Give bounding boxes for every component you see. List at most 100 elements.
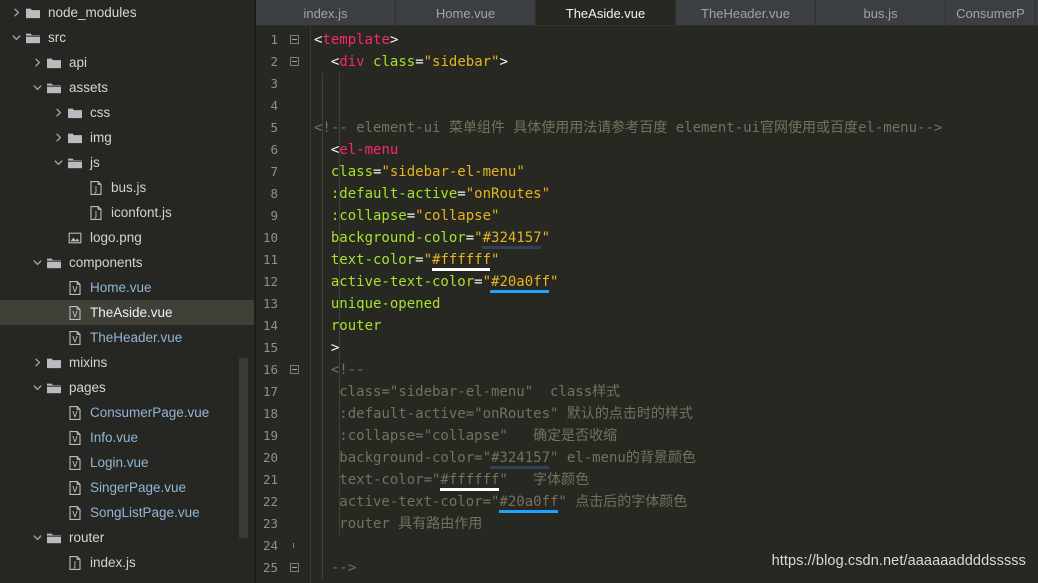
code-line[interactable]: --> bbox=[314, 557, 356, 579]
code-line[interactable]: class="sidebar-el-menu" class样式 bbox=[314, 381, 620, 403]
chevron-down-icon[interactable] bbox=[31, 81, 44, 94]
code-token-cmt: :default-active="onRoutes" 默认的点击时的样式 bbox=[314, 406, 693, 422]
tree-item-pages[interactable]: pages bbox=[0, 375, 256, 400]
tree-item-src[interactable]: src bbox=[0, 25, 256, 50]
chevron-right-icon[interactable] bbox=[31, 356, 44, 369]
chevron-down-icon[interactable] bbox=[31, 531, 44, 544]
code-token-attr: unique-opened bbox=[330, 296, 441, 312]
tree-item-songlistpage-vue[interactable]: V SongListPage.vue bbox=[0, 500, 256, 525]
fold-toggle-icon[interactable] bbox=[290, 35, 299, 44]
line-number-gutter[interactable]: 1 2 3 4 5 6 7 8 9 10 11 12 13 14 15 16 17 18 19 20 21 22 23 24 2… bbox=[256, 26, 310, 583]
fold-toggle-icon[interactable] bbox=[290, 57, 299, 66]
line-number: 2 bbox=[270, 54, 278, 69]
folder-open-icon bbox=[46, 380, 62, 396]
ide-window: node_modules src api assets css img js Jbus.js J… bbox=[0, 0, 1038, 583]
code-line[interactable]: :collapse="collapse" 确定是否收缩 bbox=[314, 425, 617, 447]
line-number: 10 bbox=[262, 230, 278, 245]
code-token-attr: active-text-color bbox=[330, 274, 475, 290]
vue-file-icon: V bbox=[67, 430, 83, 446]
chevron-right-icon[interactable] bbox=[31, 56, 44, 69]
tree-item-css[interactable]: css bbox=[0, 100, 256, 125]
code-line[interactable]: unique-opened bbox=[314, 293, 441, 315]
sidebar-scrollbar-track[interactable] bbox=[239, 0, 252, 583]
code-line[interactable]: <template> bbox=[314, 29, 398, 51]
tree-item-label: SongListPage.vue bbox=[90, 504, 200, 520]
code-line[interactable]: :default-active="onRoutes" bbox=[314, 183, 550, 205]
code-line[interactable]: <!-- element-ui 菜单组件 具体使用用法请参考百度 element… bbox=[314, 117, 942, 139]
code-line[interactable]: class="sidebar-el-menu" bbox=[314, 161, 525, 183]
editor-tab-theaside-vue[interactable]: TheAside.vue bbox=[536, 0, 676, 26]
svg-text:V: V bbox=[72, 510, 78, 519]
code-token-str: "sidebar" bbox=[423, 54, 500, 70]
code-line[interactable]: <el-menu bbox=[314, 139, 398, 161]
code-token-cmt: class="sidebar-el-menu" class样式 bbox=[314, 384, 621, 400]
code-token-cmt: <!-- bbox=[330, 362, 365, 378]
tree-item-iconfont-js[interactable]: Jiconfont.js bbox=[0, 200, 256, 225]
tree-item-logo-png[interactable]: logo.png bbox=[0, 225, 256, 250]
code-token-attr: text-color bbox=[330, 252, 416, 268]
tree-item-login-vue[interactable]: V Login.vue bbox=[0, 450, 256, 475]
tree-item-bus-js[interactable]: Jbus.js bbox=[0, 175, 256, 200]
line-number: 9 bbox=[270, 208, 278, 223]
code-line[interactable]: > bbox=[314, 337, 339, 359]
code-token-cmt: text-color="#ffffff" 字体颜色 bbox=[314, 472, 590, 488]
chevron-down-icon[interactable] bbox=[52, 156, 65, 169]
tree-item-components[interactable]: components bbox=[0, 250, 256, 275]
editor-tab-home-vue[interactable]: Home.vue bbox=[396, 0, 536, 26]
indent-guide bbox=[322, 73, 323, 579]
tree-item-node-modules[interactable]: node_modules bbox=[0, 0, 256, 25]
code-token-punc: = bbox=[415, 54, 424, 70]
code-line[interactable]: <div class="sidebar"> bbox=[314, 51, 508, 73]
chevron-down-icon[interactable] bbox=[31, 381, 44, 394]
vue-file-icon: V bbox=[67, 280, 83, 296]
tree-item-assets[interactable]: assets bbox=[0, 75, 256, 100]
tree-item-theheader-vue[interactable]: V TheHeader.vue bbox=[0, 325, 256, 350]
code-line[interactable]: router bbox=[314, 315, 382, 337]
project-tree-panel[interactable]: node_modules src api assets css img js Jbus.js J… bbox=[0, 0, 256, 583]
fold-guide-tick bbox=[293, 543, 294, 548]
editor-tab-theheader-vue[interactable]: TheHeader.vue bbox=[676, 0, 816, 26]
indent-guide bbox=[338, 73, 340, 535]
fold-toggle-icon[interactable] bbox=[290, 365, 299, 374]
code-token-punc: > bbox=[389, 32, 399, 48]
code-editor-area[interactable]: 1 2 3 4 5 6 7 8 9 10 11 12 13 14 15 16 17 18 19 20 21 22 23 24 2… bbox=[256, 26, 1038, 583]
editor-tab-bus-js[interactable]: bus.js bbox=[816, 0, 946, 26]
line-number: 20 bbox=[262, 450, 278, 465]
folder-closed-icon bbox=[67, 105, 83, 121]
vue-file-icon: V bbox=[67, 305, 83, 321]
svg-text:J: J bbox=[94, 210, 97, 219]
line-number: 24 bbox=[262, 538, 278, 553]
editor-tab-consumerp[interactable]: ConsumerP bbox=[946, 0, 1036, 26]
chevron-right-icon[interactable] bbox=[52, 131, 65, 144]
tree-item-label: Home.vue bbox=[90, 279, 152, 295]
tree-item-info-vue[interactable]: V Info.vue bbox=[0, 425, 256, 450]
tree-item-label: logo.png bbox=[90, 229, 142, 245]
editor-tab-index-js[interactable]: index.js bbox=[256, 0, 396, 26]
chevron-down-icon[interactable] bbox=[31, 256, 44, 269]
fold-toggle-icon[interactable] bbox=[290, 563, 299, 572]
code-token-str: "onRoutes" bbox=[465, 186, 551, 202]
folder-open-icon bbox=[46, 80, 62, 96]
tree-item-consumerpage-vue[interactable]: V ConsumerPage.vue bbox=[0, 400, 256, 425]
tree-item-api[interactable]: api bbox=[0, 50, 256, 75]
code-token-attr: :collapse bbox=[330, 208, 407, 224]
tree-item-label: SingerPage.vue bbox=[90, 479, 187, 495]
chevron-right-icon[interactable] bbox=[52, 106, 65, 119]
tree-item-home-vue[interactable]: V Home.vue bbox=[0, 275, 256, 300]
folder-closed-icon bbox=[25, 5, 41, 21]
chevron-right-icon[interactable] bbox=[10, 6, 23, 19]
tree-item-theaside-vue[interactable]: V TheAside.vue bbox=[0, 300, 256, 325]
tree-item-img[interactable]: img bbox=[0, 125, 256, 150]
tree-item-js[interactable]: js bbox=[0, 150, 256, 175]
code-line[interactable]: :default-active="onRoutes" 默认的点击时的样式 bbox=[314, 403, 693, 425]
tree-item-mixins[interactable]: mixins bbox=[0, 350, 256, 375]
code-line[interactable]: :collapse="collapse" bbox=[314, 205, 500, 227]
code-token-tag: div bbox=[339, 54, 365, 70]
tree-item-index-js[interactable]: Jindex.js bbox=[0, 550, 256, 575]
chevron-down-icon[interactable] bbox=[10, 31, 23, 44]
sidebar-scrollbar-thumb[interactable] bbox=[239, 358, 248, 538]
tree-item-singerpage-vue[interactable]: V SingerPage.vue bbox=[0, 475, 256, 500]
tree-item-router[interactable]: router bbox=[0, 525, 256, 550]
folder-open-icon bbox=[46, 530, 62, 546]
editor-tab-bar[interactable]: index.js Home.vue TheAside.vue TheHeader.vu… bbox=[256, 0, 1038, 26]
